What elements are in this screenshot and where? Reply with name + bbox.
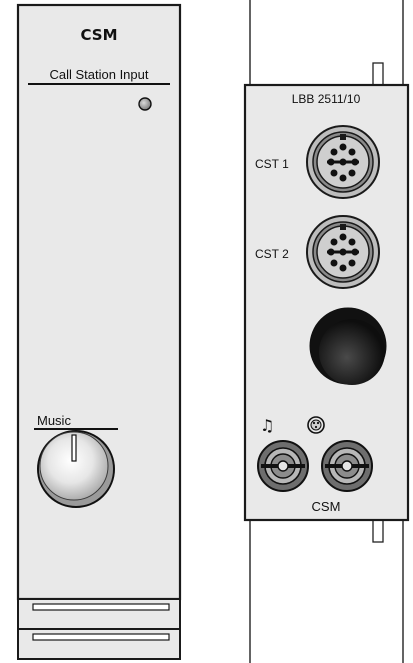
knob-pointer xyxy=(71,434,77,462)
rear-panel: LBB 2511/10 CST 1 CST 2 ♫ CSM xyxy=(243,0,410,663)
call-station-input-label: Call Station Input xyxy=(49,67,148,82)
rear-panel-bottom-label: CSM xyxy=(312,499,341,514)
indicator-led xyxy=(138,97,152,111)
music-label: Music xyxy=(37,413,71,428)
model-number: LBB 2511/10 xyxy=(292,92,361,106)
csm-output-jack[interactable] xyxy=(321,440,373,492)
cst2-din-connector[interactable] xyxy=(306,215,380,289)
mounting-tab-bottom xyxy=(372,519,384,543)
mounting-tab-top xyxy=(372,62,384,86)
front-panel-base xyxy=(17,598,181,660)
csm-diagram: CSM Call Station Input Music LBB 2511/10 xyxy=(16,0,410,663)
music-volume-knob[interactable] xyxy=(37,430,115,508)
front-panel-title: CSM xyxy=(80,26,117,44)
din-socket-icon xyxy=(307,416,325,434)
front-panel: CSM Call Station Input Music xyxy=(16,3,182,660)
cst1-din-connector[interactable] xyxy=(306,125,380,199)
cst2-label: CST 2 xyxy=(255,247,289,261)
music-input-jack[interactable] xyxy=(257,440,309,492)
music-note-icon: ♫ xyxy=(260,416,274,435)
cst1-label: CST 1 xyxy=(255,157,289,171)
front-panel-body xyxy=(16,3,182,601)
cable-entry-hole xyxy=(309,307,387,385)
